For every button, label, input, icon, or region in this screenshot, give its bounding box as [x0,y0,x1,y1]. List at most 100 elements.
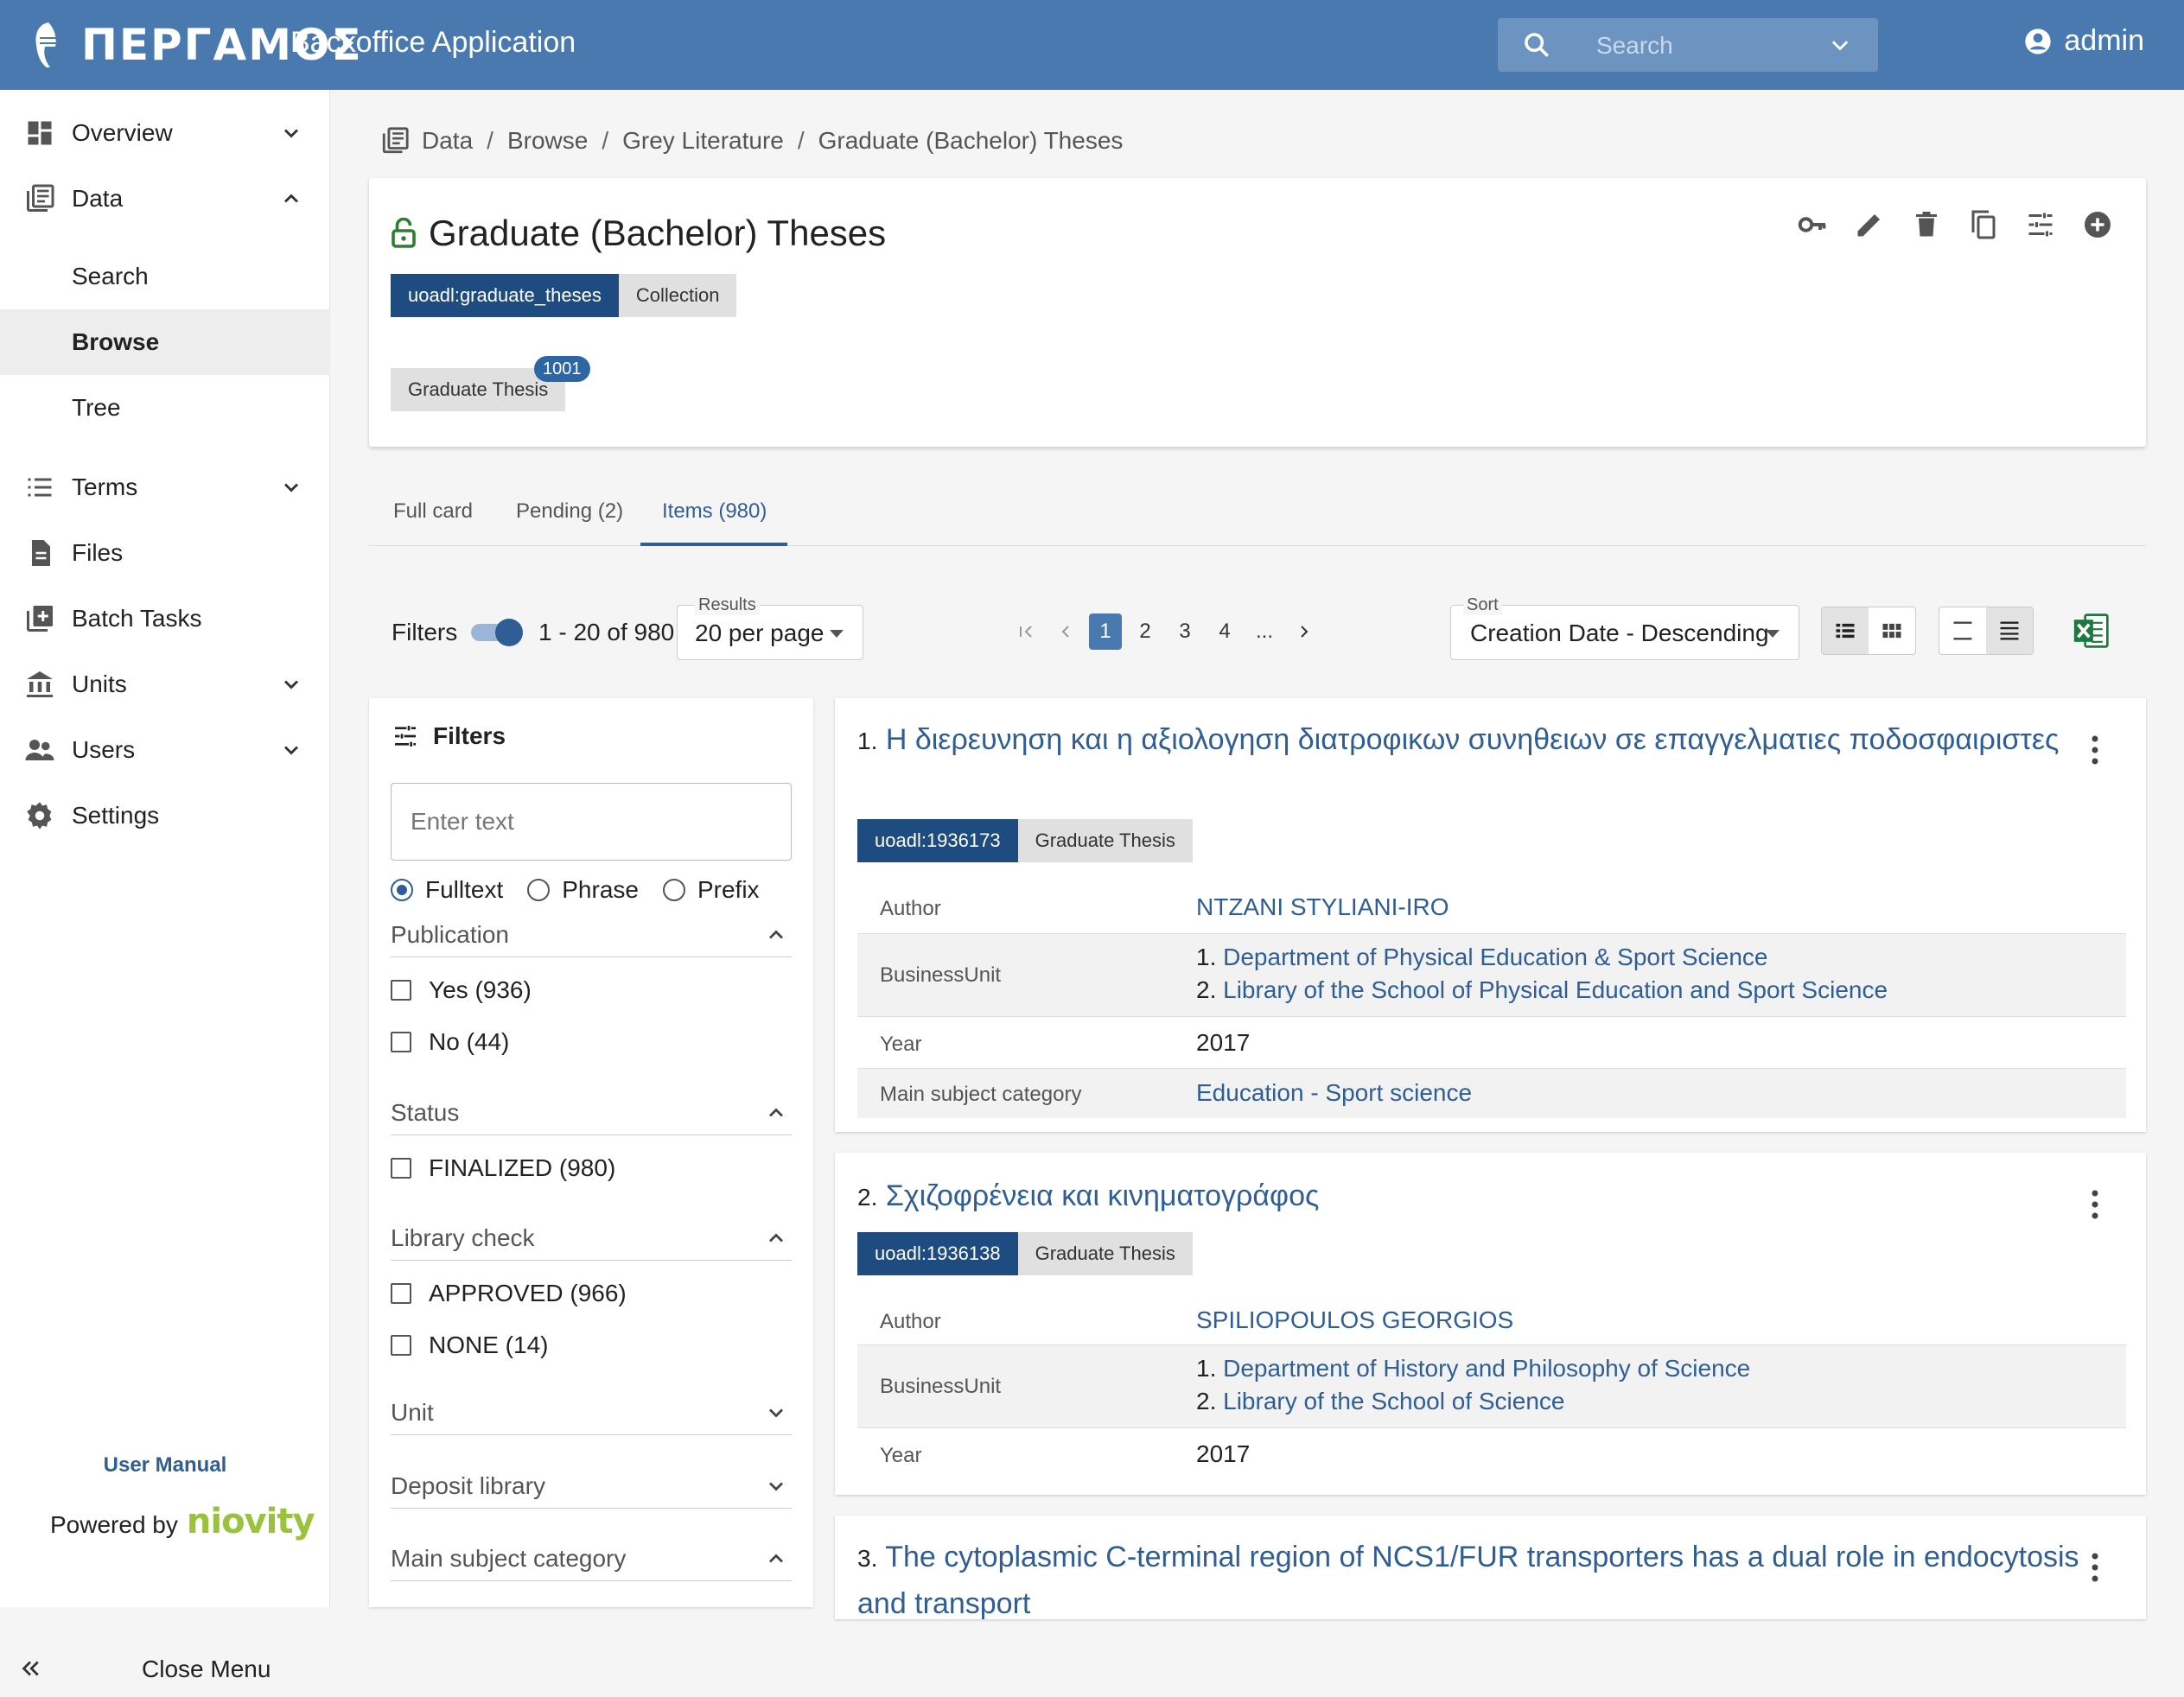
sidebar-item-data[interactable]: Data [0,168,330,230]
radio-button[interactable] [662,879,685,901]
radio-phrase[interactable]: Phrase [527,876,639,904]
chevron-up-icon[interactable] [764,1226,788,1250]
filter-option-publication-yes[interactable]: Yes (936) [391,976,532,1004]
tab-pending[interactable]: Pending (2) [516,499,623,524]
chevron-up-icon[interactable] [764,923,788,947]
businessunit-item[interactable]: 1. Department of History and Philosophy … [1196,1352,1750,1385]
businessunit-link[interactable]: Library of the School of Science [1223,1388,1564,1414]
breadcrumb-data[interactable]: Data [422,127,473,155]
filter-text-field[interactable] [391,783,792,861]
sidebar-item-batch-tasks[interactable]: Batch Tasks [0,588,330,650]
first-page-button[interactable] [1009,613,1042,650]
search-placeholder[interactable]: Search [1596,32,1673,60]
add-circle-icon[interactable] [2082,209,2113,240]
result-title[interactable]: 1. Η διερευνηση και η αξιολογηση διατροφ… [857,717,2154,764]
result-title-link[interactable]: Σχιζοφρένεια και κινηματογράφος [886,1179,1320,1212]
filter-option-library-approved[interactable]: APPROVED (966) [391,1280,627,1307]
sidebar-item-settings[interactable]: Settings [0,785,330,847]
businessunit-link[interactable]: Library of the School of Physical Educat… [1223,976,1888,1003]
chevron-down-icon[interactable] [764,1401,788,1425]
businessunit-link[interactable]: Department of Physical Education & Sport… [1223,944,1767,970]
radio-button-selected[interactable] [391,879,413,901]
result-title-link[interactable]: Η διερευνηση και η αξιολογηση διατροφικω… [886,723,2060,756]
tab-items[interactable]: Items (980) [662,499,767,524]
sidebar-subitem-search[interactable]: Search [0,244,330,309]
radio-button[interactable] [527,879,551,901]
sidebar-item-files[interactable]: Files [0,522,330,584]
filter-option-status-finalized[interactable]: FINALIZED (980) [391,1154,615,1182]
compact-density-button[interactable] [1939,607,1986,654]
list-view-button[interactable] [1822,607,1869,654]
checkbox[interactable] [391,1283,411,1304]
businessunit-link[interactable]: Department of History and Philosophy of … [1223,1355,1750,1382]
filter-section-library-check[interactable]: Library check [391,1217,792,1261]
checkbox[interactable] [391,1158,411,1179]
chevron-up-icon[interactable] [764,1101,788,1125]
sidebar-item-users[interactable]: Users [0,719,330,781]
delete-trash-icon[interactable] [1911,209,1942,240]
sidebar-item-overview[interactable]: Overview [0,102,330,164]
tune-settings-icon[interactable] [2025,209,2056,240]
sidebar-item-terms[interactable]: Terms [0,456,330,518]
close-menu-button[interactable]: Close Menu [0,1645,330,1697]
sidebar-item-units[interactable]: Units [0,653,330,715]
result-id-chip[interactable]: uoadl:1936138 [857,1232,1018,1275]
global-search[interactable]: Search [1498,18,1878,72]
result-title-link[interactable]: The cytoplasmic C-terminal region of NCS… [857,1541,2079,1620]
chevron-down-icon[interactable] [1828,34,1852,58]
checkbox[interactable] [391,1335,411,1356]
key-icon[interactable] [1797,209,1828,240]
next-page-button[interactable] [1288,613,1321,650]
chevron-down-icon[interactable] [764,1474,788,1498]
user-manual-link[interactable]: User Manual [0,1453,330,1478]
author-link[interactable]: SPILIOPOULOS GEORGIOS [1196,1306,1513,1334]
chevron-down-icon[interactable] [279,738,303,762]
subject-link[interactable]: Education - Sport science [1196,1079,1472,1107]
filter-option-library-none[interactable]: NONE (14) [391,1332,548,1359]
businessunit-item[interactable]: 2. Library of the School of Physical Edu… [1196,974,1888,1007]
page-2-button[interactable]: 2 [1129,613,1162,650]
results-per-page-select[interactable]: Results 20 per page [677,595,863,660]
chevron-down-icon[interactable] [279,121,303,145]
chevron-down-icon[interactable] [279,672,303,696]
filter-section-status[interactable]: Status [391,1092,792,1135]
businessunit-item[interactable]: 1. Department of Physical Education & Sp… [1196,941,1888,974]
collection-id-chip[interactable]: uoadl:graduate_theses [391,274,619,317]
more-vert-icon[interactable] [2092,1189,2098,1220]
comfortable-density-button[interactable] [1986,607,2033,654]
filter-section-main-subject[interactable]: Main subject category [391,1538,792,1581]
prev-page-button[interactable] [1049,613,1082,650]
breadcrumb-browse[interactable]: Browse [507,127,588,155]
copy-icon[interactable] [1968,209,1999,240]
chevron-up-icon[interactable] [764,1547,788,1571]
niovity-logo[interactable]: niovity [187,1502,315,1541]
checkbox[interactable] [391,1032,411,1052]
more-vert-icon[interactable] [2092,734,2098,766]
excel-export-icon[interactable] [2073,612,2111,650]
edit-pencil-icon[interactable] [1854,209,1885,240]
result-title[interactable]: 3. The cytoplasmic C-terminal region of … [857,1535,2085,1626]
more-vert-icon[interactable] [2092,1552,2098,1583]
filter-section-unit[interactable]: Unit [391,1392,792,1435]
tab-full-card[interactable]: Full card [393,499,473,524]
page-1-button[interactable]: 1 [1089,613,1122,650]
result-title[interactable]: 2. Σχιζοφρένεια και κινηματογράφος [857,1173,2154,1220]
sidebar-subitem-tree[interactable]: Tree [0,375,330,441]
page-4-button[interactable]: 4 [1208,613,1241,650]
grid-view-button[interactable] [1869,607,1915,654]
user-menu[interactable]: admin [2024,24,2144,58]
filter-text-input[interactable] [411,808,756,836]
sort-select[interactable]: Sort Creation Date - Descending [1450,595,1799,660]
businessunit-item[interactable]: 2. Library of the School of Science [1196,1385,1750,1418]
radio-prefix[interactable]: Prefix [662,876,760,904]
radio-fulltext[interactable]: Fulltext [391,876,503,904]
page-3-button[interactable]: 3 [1168,613,1201,650]
chevron-up-icon[interactable] [279,187,303,211]
filter-section-deposit-library[interactable]: Deposit library [391,1465,792,1509]
breadcrumb-grey-literature[interactable]: Grey Literature [622,127,784,155]
checkbox[interactable] [391,980,411,1001]
sidebar-subitem-browse[interactable]: Browse [0,309,330,375]
author-link[interactable]: NTZANI STYLIANI-IRO [1196,893,1449,921]
filter-option-publication-no[interactable]: No (44) [391,1028,509,1056]
filters-toggle-switch[interactable] [471,619,523,646]
